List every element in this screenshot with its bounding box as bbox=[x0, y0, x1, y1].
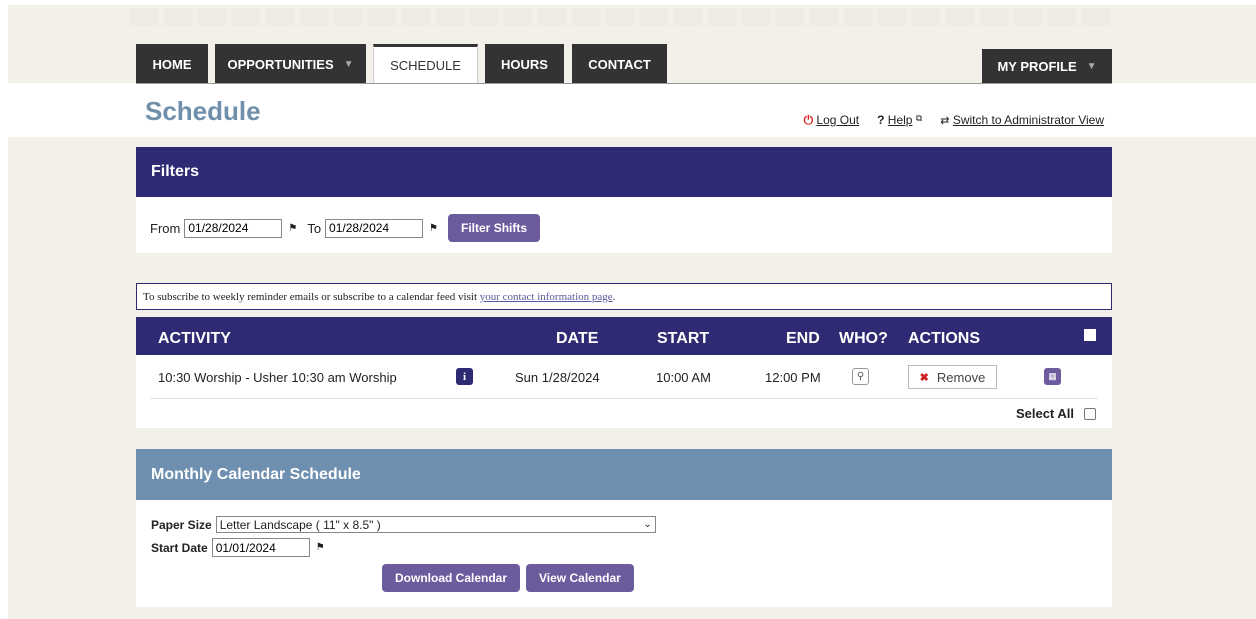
remove-button[interactable]: ✖ Remove bbox=[908, 365, 997, 389]
question-icon: ? bbox=[877, 113, 885, 127]
close-icon: ✖ bbox=[919, 371, 929, 384]
paper-size-row: Paper Size Letter Landscape ( 11" x 8.5"… bbox=[151, 516, 656, 533]
schedule-table-body: 10:30 Worship - Usher 10:30 am Worship i… bbox=[136, 355, 1112, 428]
col-end: END bbox=[786, 330, 820, 347]
info-icon[interactable]: i bbox=[456, 368, 473, 385]
notice-text: To subscribe to weekly reminder emails o… bbox=[143, 291, 480, 303]
swap-arrows-icon: ⇄ bbox=[940, 115, 950, 127]
nav-home-label: HOME bbox=[152, 56, 192, 72]
schedule-table-header: ACTIVITY DATE START END WHO? ACTIONS bbox=[136, 317, 1112, 355]
paper-size-select[interactable]: Letter Landscape ( 11" x 8.5" ) ⌄ bbox=[215, 516, 656, 533]
nav-home[interactable]: HOME bbox=[136, 44, 208, 84]
view-calendar-button[interactable]: View Calendar bbox=[526, 564, 634, 592]
row-divider bbox=[150, 398, 1098, 399]
chevron-down-icon: ▼ bbox=[1086, 61, 1097, 72]
to-date-input[interactable] bbox=[325, 218, 424, 238]
contact-info-link[interactable]: your contact information page bbox=[480, 291, 613, 303]
col-date: DATE bbox=[556, 330, 599, 347]
chevron-down-icon: ▼ bbox=[343, 58, 354, 70]
nav-divider bbox=[136, 83, 1112, 84]
top-blurred-banner bbox=[130, 8, 1110, 26]
from-date-input[interactable] bbox=[184, 218, 283, 238]
filters-title: Filters bbox=[151, 163, 200, 180]
start-cell: 10:00 AM bbox=[656, 370, 711, 385]
calendar-icon[interactable]: ▦ bbox=[1044, 368, 1061, 385]
paper-size-label: Paper Size bbox=[151, 517, 212, 532]
filters-header: Filters bbox=[136, 147, 1112, 197]
top-links: ⏻ Log Out ? Help ⧉ ⇄ Switch to Administr… bbox=[804, 113, 1104, 128]
start-date-label: Start Date bbox=[151, 540, 208, 555]
nav-contact-label: CONTACT bbox=[588, 56, 651, 72]
subscribe-notice: To subscribe to weekly reminder emails o… bbox=[136, 283, 1112, 310]
calendar-picker-icon[interactable]: ⚑ bbox=[316, 542, 325, 553]
filters-row: From ⚑ To ⚑ Filter Shifts bbox=[150, 214, 541, 242]
nav-contact[interactable]: CONTACT bbox=[572, 44, 667, 84]
from-label: From bbox=[150, 220, 181, 236]
switch-admin-link[interactable]: Switch to Administrator View bbox=[953, 113, 1104, 127]
select-all-checkbox[interactable] bbox=[1084, 407, 1096, 420]
logout-link-wrap: ⏻ Log Out bbox=[804, 113, 860, 128]
paper-size-value: Letter Landscape ( 11" x 8.5" ) bbox=[219, 517, 381, 532]
calendar-actions: Download Calendar View Calendar bbox=[382, 564, 634, 592]
select-all-row: Select All bbox=[1016, 406, 1096, 421]
filter-shifts-button[interactable]: Filter Shifts bbox=[448, 214, 541, 242]
remove-label: Remove bbox=[936, 369, 986, 385]
col-actions: ACTIONS bbox=[908, 330, 980, 347]
start-date-row: Start Date ⚑ bbox=[151, 538, 331, 557]
select-all-label: Select All bbox=[1015, 406, 1074, 421]
help-link[interactable]: Help bbox=[888, 113, 913, 127]
col-start: START bbox=[657, 330, 710, 347]
logout-link[interactable]: Log Out bbox=[816, 113, 859, 127]
filters-panel: From ⚑ To ⚑ Filter Shifts bbox=[136, 197, 1112, 253]
nav-profile-label: MY PROFILE bbox=[997, 59, 1077, 74]
calendar-title: Monthly Calendar Schedule bbox=[151, 466, 361, 483]
nav-schedule-label: SCHEDULE bbox=[390, 58, 461, 73]
power-icon: ⏻ bbox=[803, 113, 814, 127]
date-cell: Sun 1/28/2024 bbox=[515, 370, 600, 385]
page-title: Schedule bbox=[145, 96, 261, 126]
nav-hours-label: HOURS bbox=[501, 56, 548, 72]
switch-link-wrap: ⇄ Switch to Administrator View bbox=[940, 113, 1104, 128]
chevron-down-icon: ⌄ bbox=[643, 519, 652, 530]
calendar-header: Monthly Calendar Schedule bbox=[136, 449, 1112, 500]
calendar-picker-icon[interactable]: ⚑ bbox=[429, 223, 438, 234]
col-who: WHO? bbox=[839, 330, 888, 347]
help-link-wrap: ? Help ⧉ bbox=[877, 113, 922, 128]
calendar-panel: Paper Size Letter Landscape ( 11" x 8.5"… bbox=[136, 500, 1112, 607]
header-checkbox[interactable] bbox=[1084, 329, 1096, 341]
to-label: To bbox=[307, 220, 322, 236]
calendar-picker-icon[interactable]: ⚑ bbox=[288, 223, 297, 234]
start-date-input[interactable] bbox=[211, 538, 310, 557]
download-calendar-button[interactable]: Download Calendar bbox=[382, 564, 521, 592]
nav-hours[interactable]: HOURS bbox=[485, 44, 564, 84]
person-icon[interactable]: ⚲ bbox=[852, 368, 869, 385]
activity-cell: 10:30 Worship - Usher 10:30 am Worship bbox=[158, 370, 397, 385]
nav-schedule[interactable]: SCHEDULE bbox=[373, 44, 478, 84]
external-link-icon: ⧉ bbox=[915, 113, 923, 123]
nav-my-profile[interactable]: MY PROFILE ▼ bbox=[982, 49, 1112, 84]
end-cell: 12:00 PM bbox=[765, 370, 821, 385]
nav-opportunities-label: OPPORTUNITIES bbox=[227, 56, 334, 72]
col-activity: ACTIVITY bbox=[158, 330, 231, 347]
nav-opportunities[interactable]: OPPORTUNITIES ▼ bbox=[215, 44, 366, 84]
notice-suffix: . bbox=[612, 291, 616, 303]
